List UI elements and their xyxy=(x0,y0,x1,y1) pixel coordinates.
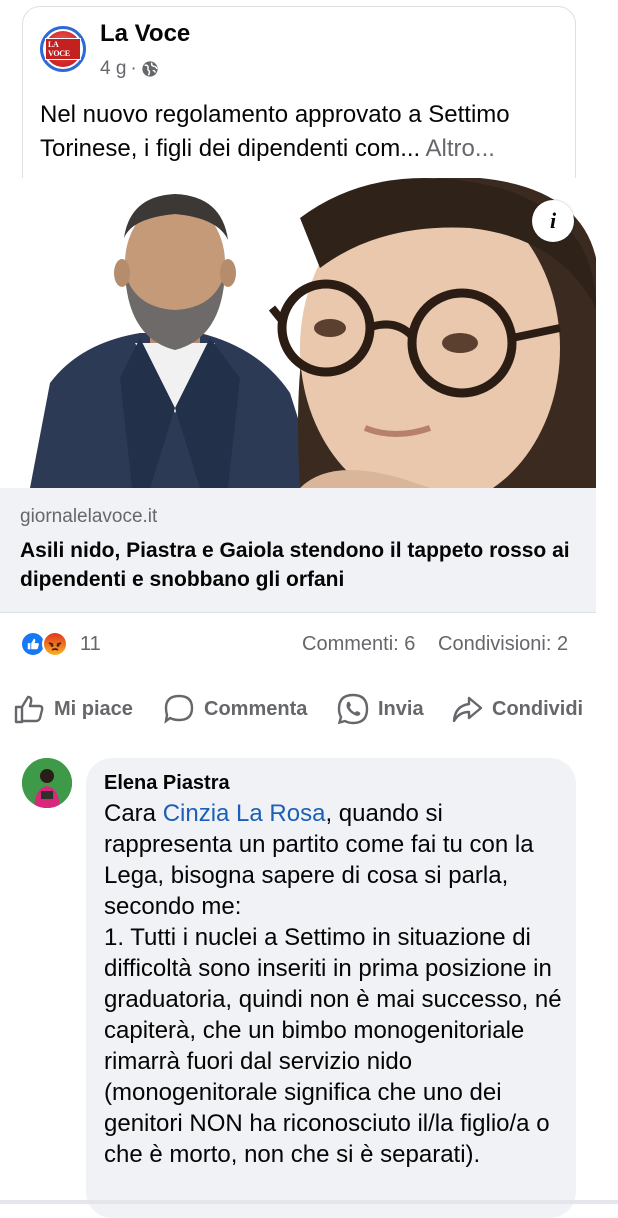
link-photo xyxy=(0,178,596,488)
comments-count[interactable]: Commenti: 6 xyxy=(302,633,415,656)
angry-reaction-icon xyxy=(42,631,68,657)
logo-text: LA VOCE xyxy=(45,38,81,60)
comment-label: Commenta xyxy=(204,697,308,720)
comment-bubble: Elena Piastra Cara Cinzia La Rosa, quand… xyxy=(86,758,576,1218)
reaction-icons[interactable] xyxy=(20,631,76,659)
commenter-name[interactable]: Elena Piastra xyxy=(104,772,230,795)
link-headline[interactable]: Asili nido, Piastra e Gaiola stendono il… xyxy=(20,536,580,594)
comment-point-1: 1. Tutti i nuclei a Settimo in situazion… xyxy=(104,924,562,1168)
comment-icon xyxy=(164,694,194,724)
mention-link[interactable]: Cinzia La Rosa xyxy=(163,800,326,827)
comment-button[interactable]: Commenta xyxy=(162,688,307,730)
link-preview[interactable]: giornalelavoce.it Asili nido, Piastra e … xyxy=(0,488,596,613)
comment-text: Cara Cinzia La Rosa, quando si rappresen… xyxy=(104,798,566,1170)
post-text: Nel nuovo regolamento approvato a Settim… xyxy=(40,98,570,166)
page-name[interactable]: La Voce xyxy=(100,20,190,48)
post-meta: 4 g · xyxy=(100,58,159,80)
thumbs-up-icon xyxy=(14,695,44,724)
link-image[interactable]: i xyxy=(0,178,596,488)
send-button[interactable]: Invia xyxy=(336,688,424,730)
like-button[interactable]: Mi piace xyxy=(12,688,133,730)
meta-separator: · xyxy=(130,58,137,79)
info-icon[interactable]: i xyxy=(532,200,574,242)
send-label: Invia xyxy=(378,697,424,720)
action-bar: Mi piace Commenta Invia Condividi xyxy=(0,688,596,730)
shares-count[interactable]: Condivisioni: 2 xyxy=(438,633,568,656)
bottom-divider xyxy=(0,1200,618,1204)
comment-prefix: Cara xyxy=(104,800,163,827)
share-button[interactable]: Condividi xyxy=(450,688,583,730)
share-icon xyxy=(452,696,483,723)
reaction-count[interactable]: 11 xyxy=(80,633,101,656)
share-label: Condividi xyxy=(492,697,584,720)
whatsapp-icon xyxy=(337,693,369,725)
like-label: Mi piace xyxy=(54,697,133,720)
commenter-avatar[interactable] xyxy=(22,758,72,808)
post-stats: 11 Commenti: 6 Condivisioni: 2 xyxy=(0,625,596,665)
globe-icon xyxy=(142,61,158,77)
la-voce-logo: LA VOCE xyxy=(45,31,81,67)
link-domain: giornalelavoce.it xyxy=(20,506,158,527)
more-link[interactable]: Altro... xyxy=(426,135,495,162)
page-avatar[interactable]: LA VOCE xyxy=(40,26,86,72)
post-time[interactable]: 4 g xyxy=(100,58,126,80)
